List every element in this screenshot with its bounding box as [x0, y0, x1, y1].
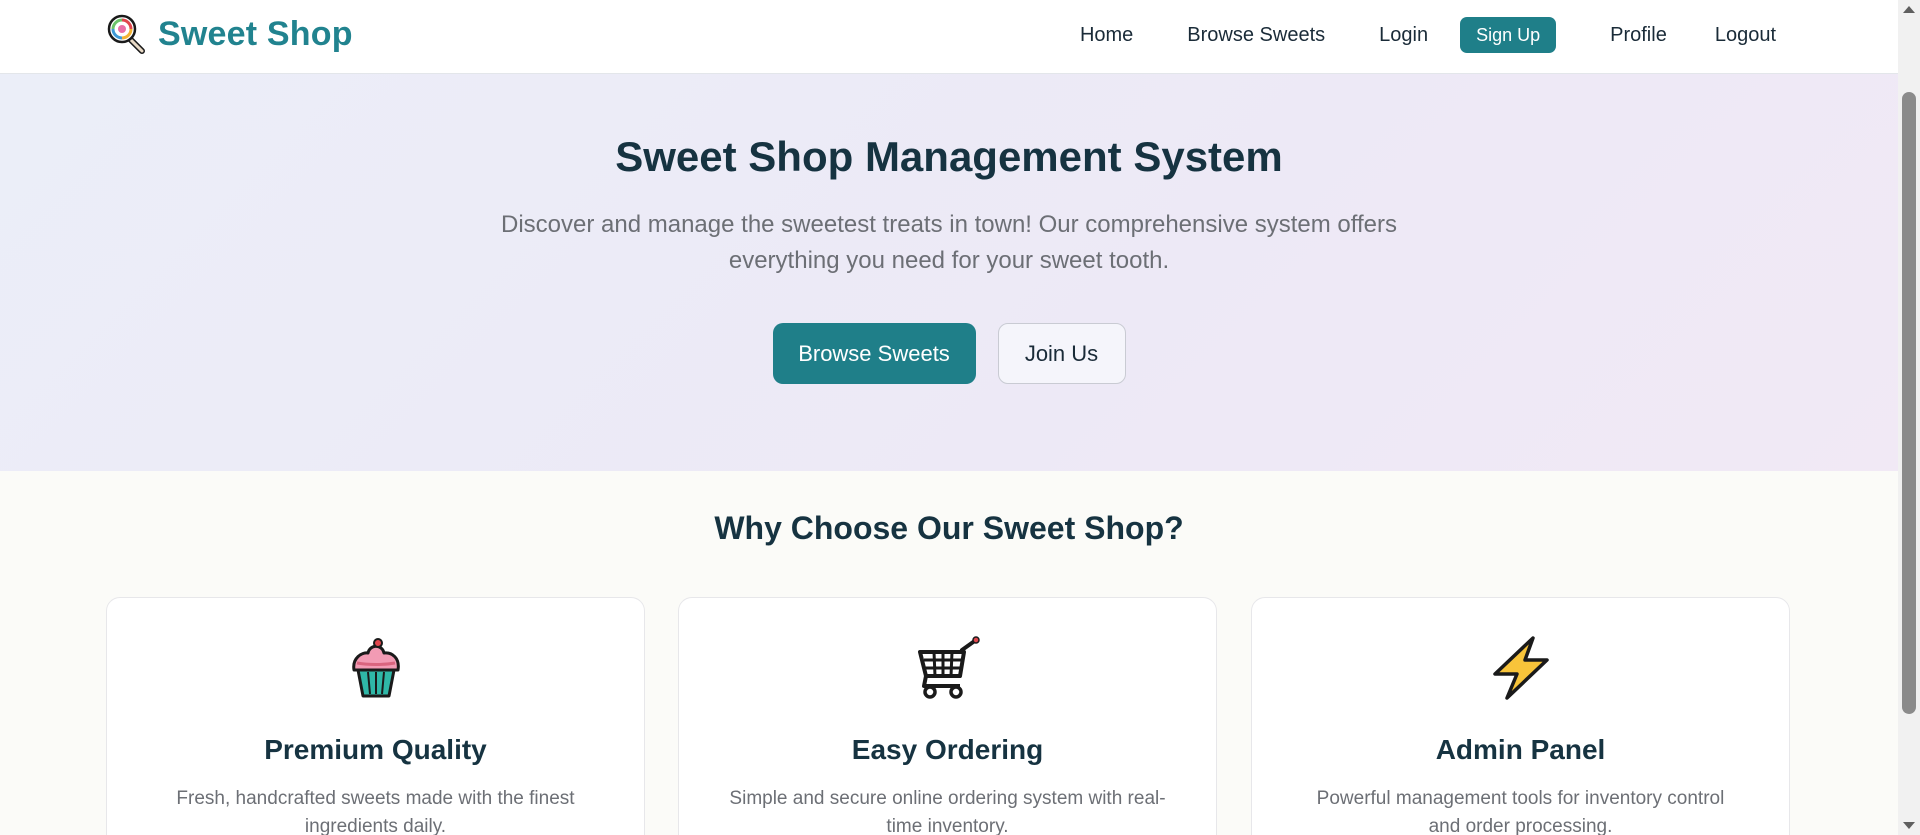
hero-section: Sweet Shop Management System Discover an… [0, 74, 1898, 471]
cupcake-icon [107, 636, 644, 700]
scrollbar-thumb[interactable] [1902, 92, 1916, 714]
browse-sweets-button[interactable]: Browse Sweets [772, 323, 976, 384]
brand-name: Sweet Shop [158, 14, 353, 53]
nav-signup-button[interactable]: Sign Up [1460, 17, 1557, 53]
page: Sweet Shop Home Browse Sweets Login Sign… [0, 0, 1898, 835]
feature-description: Simple and secure online ordering system… [729, 788, 1166, 835]
page-scrollbar[interactable] [1898, 0, 1920, 835]
lightning-icon [1252, 636, 1789, 700]
feature-card-admin-panel: Admin Panel Powerful management tools fo… [1251, 597, 1790, 835]
hero-buttons: Browse Sweets Join Us [0, 323, 1898, 384]
nav-links: Home Browse Sweets Login Sign Up Profile… [1080, 16, 1776, 54]
scroll-down-arrow-icon[interactable] [1903, 822, 1915, 829]
lollipop-icon [106, 13, 148, 55]
features-title: Why Choose Our Sweet Shop? [714, 510, 1184, 546]
feature-title: Premium Quality [264, 734, 487, 765]
nav-home-link[interactable]: Home [1080, 18, 1133, 53]
join-us-button[interactable]: Join Us [997, 323, 1126, 384]
feature-description: Fresh, handcrafted sweets made with the … [176, 788, 575, 835]
nav-profile-link[interactable]: Profile [1610, 18, 1667, 53]
shopping-cart-icon [679, 636, 1216, 700]
feature-card-easy-ordering: Easy Ordering Simple and secure online o… [678, 597, 1217, 835]
nav-login-link[interactable]: Login [1379, 18, 1428, 53]
feature-description: Powerful management tools for inventory … [1316, 788, 1725, 835]
feature-card-premium-quality: Premium Quality Fresh, handcrafted sweet… [106, 597, 645, 835]
nav-browse-sweets-link[interactable]: Browse Sweets [1187, 18, 1325, 53]
scroll-up-arrow-icon[interactable] [1903, 6, 1915, 13]
navbar: Sweet Shop Home Browse Sweets Login Sign… [0, 0, 1898, 74]
hero-title: Sweet Shop Management System [615, 133, 1283, 180]
brand-link[interactable]: Sweet Shop [106, 12, 353, 56]
feature-title: Admin Panel [1435, 734, 1606, 765]
nav-logout-link[interactable]: Logout [1715, 18, 1776, 53]
feature-title: Easy Ordering [851, 734, 1044, 765]
hero-subtitle: Discover and manage the sweetest treats … [501, 211, 1397, 274]
